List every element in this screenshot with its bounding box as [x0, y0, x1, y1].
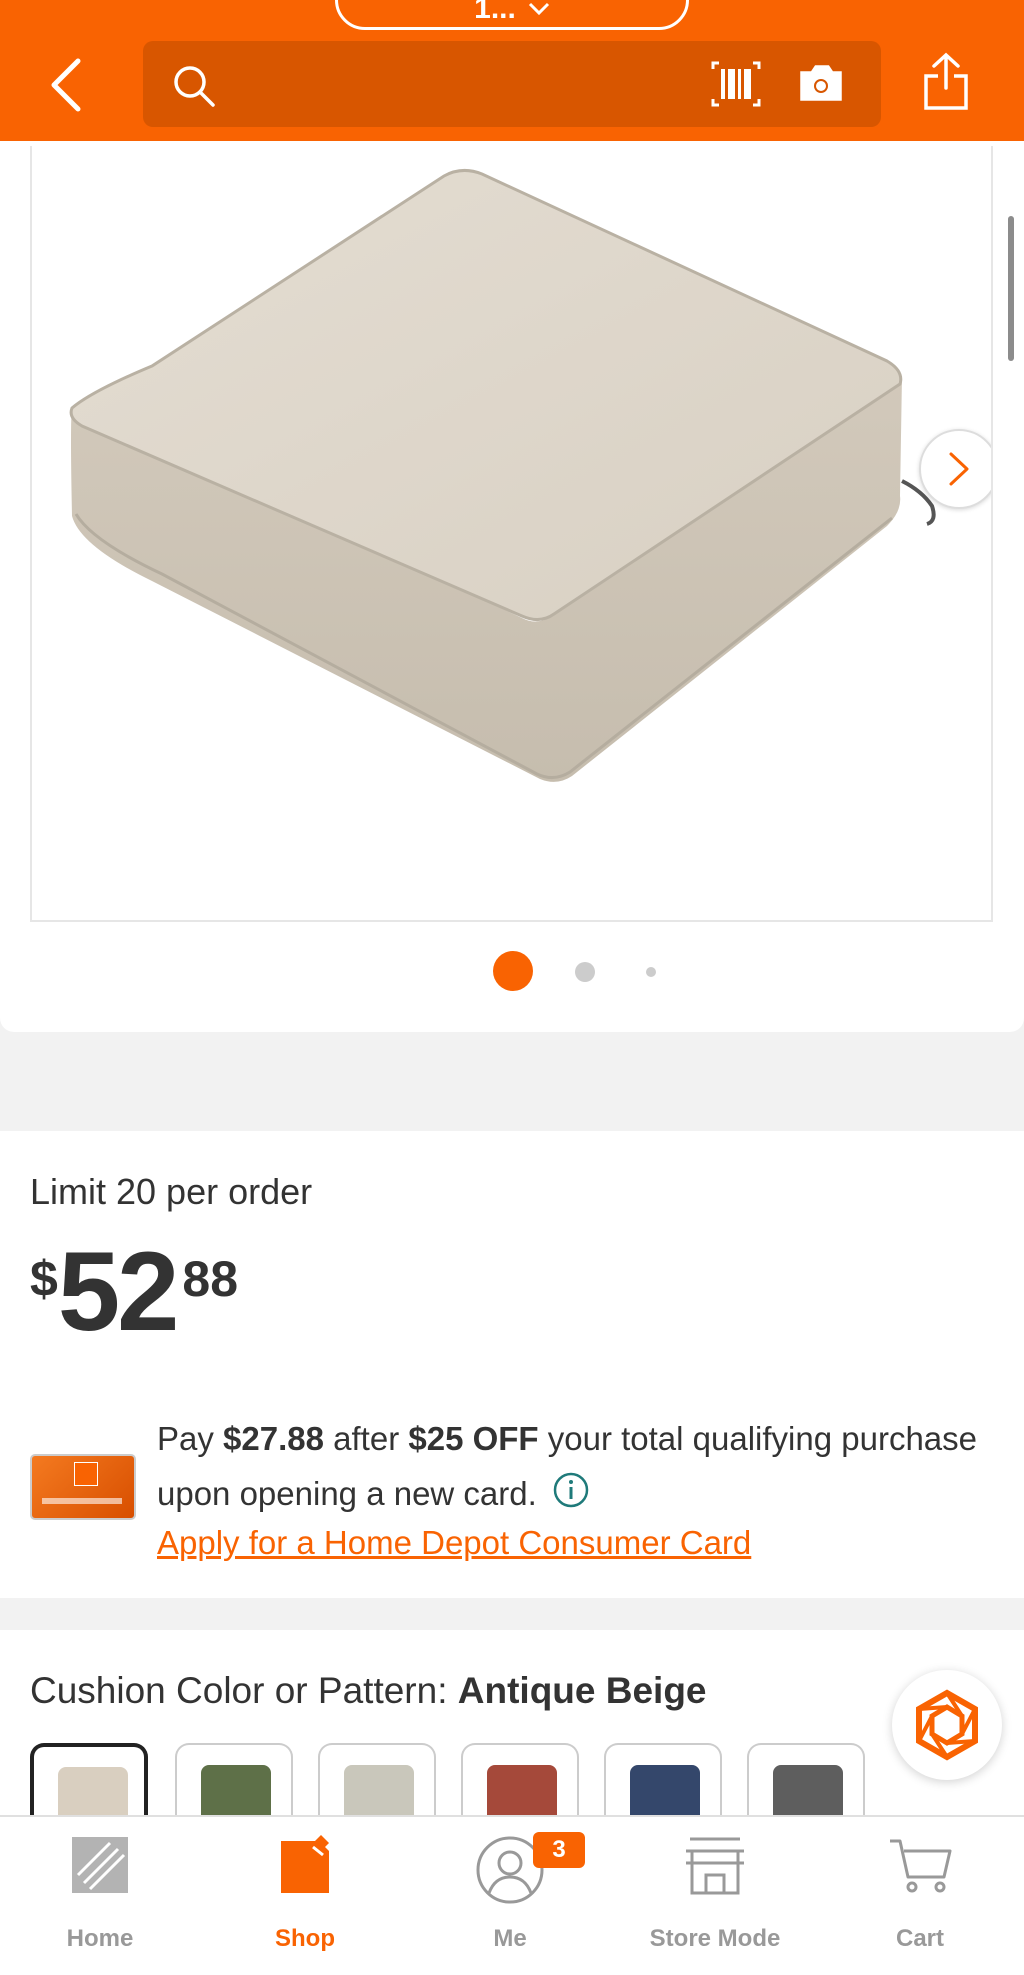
hexagon-chat-icon: [916, 1689, 978, 1761]
chevron-right-icon: [949, 452, 969, 486]
notification-badge: 3: [533, 1832, 585, 1868]
gallery-pagination: [0, 951, 1024, 991]
color-swatch[interactable]: [175, 1743, 293, 1823]
pagination-dot-active[interactable]: [493, 951, 533, 991]
nav-store-mode-label: Store Mode: [649, 1925, 781, 1952]
next-image-button[interactable]: [919, 429, 991, 509]
promo-amount: $27.88: [223, 1420, 324, 1457]
search-icon: [174, 66, 215, 107]
search-bar[interactable]: [143, 41, 881, 127]
bottom-navigation: Home Shop Me Store Mode Cart: [0, 1815, 1024, 1975]
nav-home[interactable]: Home: [10, 1825, 190, 1965]
nav-shop-label: Shop: [275, 1925, 335, 1952]
home-depot-logo-icon: [74, 1462, 98, 1486]
card-promo-text: Pay $27.88 after $25 OFF your total qual…: [157, 1420, 978, 1512]
scrollbar[interactable]: [1008, 216, 1014, 361]
store-icon: [686, 1837, 744, 1895]
share-icon: [924, 52, 968, 110]
color-swatch[interactable]: [747, 1743, 865, 1823]
search-input[interactable]: [223, 59, 703, 109]
product-image[interactable]: [30, 146, 993, 922]
shop-icon: [281, 1835, 329, 1893]
nav-cart-label: Cart: [895, 1925, 944, 1952]
nav-home-label: Home: [66, 1925, 134, 1952]
store-selector[interactable]: 1...: [335, 0, 689, 30]
order-limit-text: Limit 20 per order: [30, 1171, 313, 1212]
color-swatch[interactable]: [604, 1743, 722, 1823]
color-selector-section: Cushion Color or Pattern: Antique Beige: [0, 1630, 1024, 1823]
pagination-dot[interactable]: [646, 967, 656, 977]
app-header: 1...: [0, 0, 1024, 141]
chevron-down-icon: [528, 2, 549, 16]
barcode-icon[interactable]: [711, 61, 761, 107]
store-name: 1...: [474, 0, 516, 25]
price-dollars: 52: [57, 1229, 180, 1354]
price-currency: $: [30, 1251, 58, 1307]
nav-me-label: Me: [493, 1925, 527, 1952]
product-gallery: [0, 141, 1024, 1032]
price-section: Limit 20 per order $ 52 88 Pay $27.88 af…: [0, 1131, 1024, 1598]
product-price: $ 52 88: [30, 1236, 238, 1348]
color-swatch[interactable]: [30, 1743, 148, 1823]
nav-store-mode[interactable]: Store Mode: [625, 1825, 805, 1965]
home-depot-logo-icon: [72, 1837, 128, 1893]
back-arrow-icon: [51, 58, 81, 112]
color-swatch[interactable]: [461, 1743, 579, 1823]
apply-card-link[interactable]: Apply for a Home Depot Consumer Card: [157, 1524, 751, 1562]
pagination-dot[interactable]: [575, 962, 595, 982]
nav-shop[interactable]: Shop: [215, 1825, 395, 1965]
share-button[interactable]: [922, 52, 970, 117]
color-label: Cushion Color or Pattern: Antique Beige: [30, 1670, 707, 1711]
camera-icon[interactable]: [798, 63, 844, 103]
chat-assistant-button[interactable]: [892, 1670, 1002, 1780]
cushion-illustration: [69, 169, 936, 782]
cart-icon: [890, 1839, 952, 1893]
back-button[interactable]: [40, 50, 90, 120]
info-icon[interactable]: [552, 1471, 590, 1509]
card-strip: [42, 1498, 122, 1504]
color-swatch[interactable]: [318, 1743, 436, 1823]
nav-cart[interactable]: Cart: [830, 1825, 1010, 1965]
price-cents: 88: [182, 1251, 239, 1307]
selected-color: Antique Beige: [457, 1670, 707, 1711]
promo-discount: $25 OFF: [408, 1420, 539, 1457]
credit-card-image: [30, 1454, 136, 1520]
